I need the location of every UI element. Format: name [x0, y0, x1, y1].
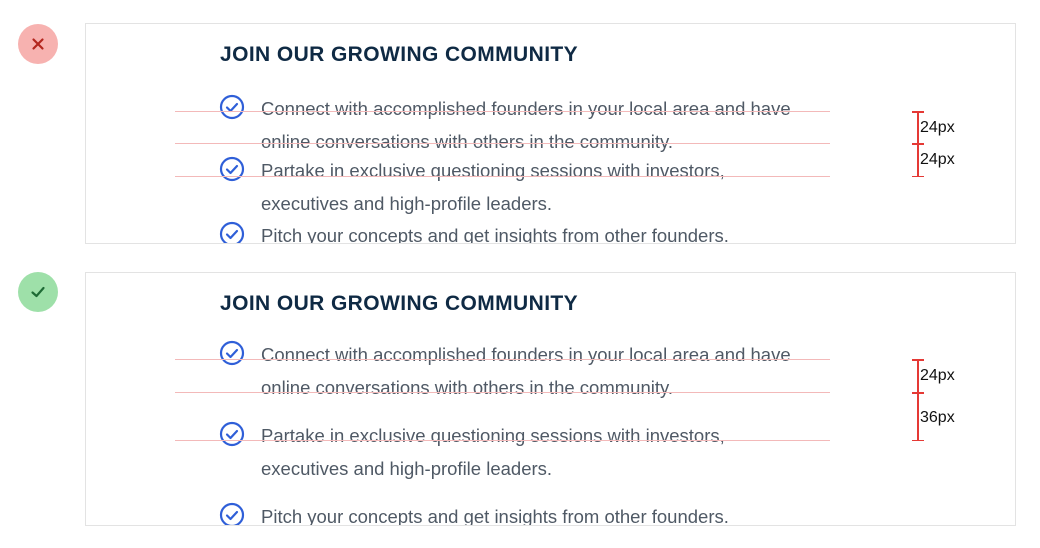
list-item-text: Connect with accomplished founders in yo…	[261, 338, 901, 404]
measure-label: 24px	[920, 151, 955, 168]
list-item-line: Partake in exclusive questioning session…	[261, 425, 725, 446]
guide-line	[175, 440, 830, 441]
guide-line	[175, 176, 830, 177]
list-item-text: Partake in exclusive questioning session…	[261, 154, 901, 220]
list-item-text: Pitch your concepts and get insights fro…	[261, 500, 901, 526]
measure-label: 24px	[920, 367, 955, 384]
measure-label: 24px	[920, 119, 955, 136]
list-item-line: Connect with accomplished founders in yo…	[261, 344, 791, 365]
bad-example-badge	[18, 24, 58, 64]
measure-label: 36px	[920, 409, 955, 426]
list-item-line: online conversations with others in the …	[261, 377, 673, 398]
list-item-line: Connect with accomplished founders in yo…	[261, 98, 791, 119]
check-icon	[31, 286, 45, 298]
list-item-text: Connect with accomplished founders in yo…	[261, 92, 901, 158]
close-icon	[32, 38, 44, 50]
comparison-page: JOIN OUR GROWING COMMUNITY Connect with …	[0, 0, 1040, 548]
list-item-text: Partake in exclusive questioning session…	[261, 419, 901, 485]
check-circle-icon	[219, 156, 245, 182]
section-heading: JOIN OUR GROWING COMMUNITY	[220, 43, 579, 66]
guide-line	[175, 143, 830, 144]
good-example-card: JOIN OUR GROWING COMMUNITY Connect with …	[85, 272, 1016, 526]
guide-line	[175, 359, 830, 360]
check-circle-icon	[219, 94, 245, 120]
list-item-line: Pitch your concepts and get insights fro…	[261, 225, 729, 244]
guide-line	[175, 392, 830, 393]
list-item-line: Pitch your concepts and get insights fro…	[261, 506, 729, 526]
check-circle-icon	[219, 421, 245, 447]
good-example-badge	[18, 272, 58, 312]
check-circle-icon	[219, 502, 245, 525]
check-circle-icon	[219, 221, 245, 243]
list-item-text: Pitch your concepts and get insights fro…	[261, 219, 901, 244]
bad-example-card: JOIN OUR GROWING COMMUNITY Connect with …	[85, 23, 1016, 244]
list-item-line: Partake in exclusive questioning session…	[261, 160, 725, 181]
section-heading: JOIN OUR GROWING COMMUNITY	[220, 292, 579, 315]
list-item-line: executives and high-profile leaders.	[261, 458, 553, 479]
guide-line	[175, 111, 830, 112]
list-item-line: executives and high-profile leaders.	[261, 193, 553, 214]
check-circle-icon	[219, 340, 245, 366]
